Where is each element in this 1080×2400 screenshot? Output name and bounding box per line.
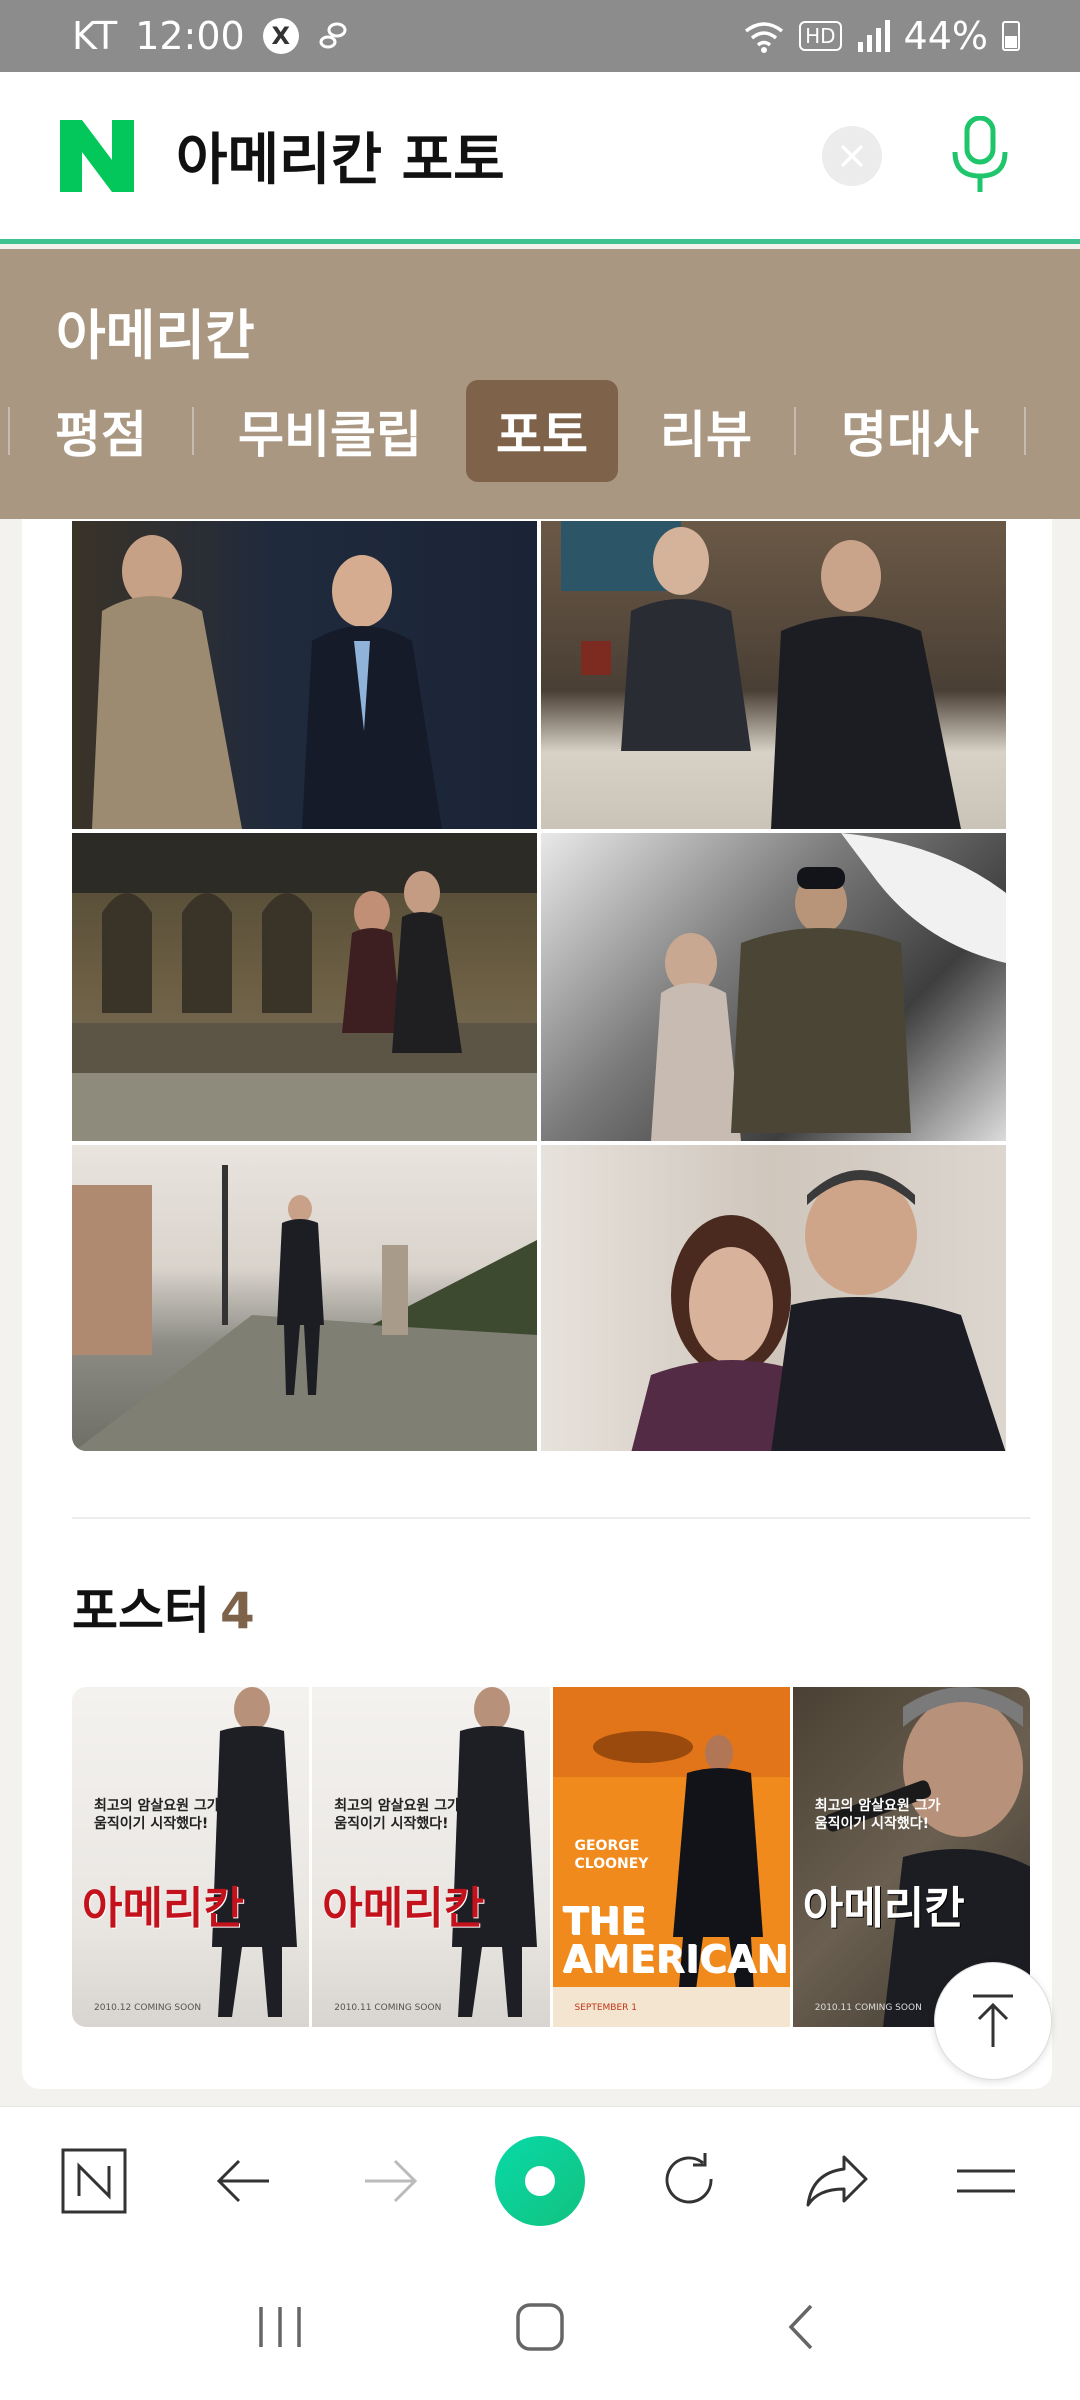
- photo-two-men-cafe: [561, 521, 961, 829]
- menu-button[interactable]: [936, 2131, 1036, 2231]
- signal-icon: [857, 20, 890, 52]
- content-card: 포스터 4 최고의 암살요원 그가 움직이기 시작했다! 아메리칸 2010.12…: [22, 519, 1052, 2089]
- status-bar: KT 12:00 X HD 44%: [0, 0, 1080, 72]
- home-square-icon: [516, 2303, 564, 2351]
- photo-thumbnail[interactable]: [72, 521, 537, 829]
- poster-release-date: 2010.11 COMING SOON: [814, 2003, 922, 2013]
- photo-couple-closeup: [631, 1170, 1006, 1451]
- tab-famous-lines[interactable]: 명대사: [796, 380, 1024, 482]
- tab-review[interactable]: 리뷰: [618, 380, 794, 482]
- photo-couple-snow-rocks: [651, 833, 1006, 1141]
- wifi-icon: [745, 22, 784, 53]
- voice-search-button[interactable]: [940, 115, 1020, 196]
- share-arrow-icon: [806, 2155, 868, 2206]
- movie-header: 아메리칸 평점 무비클립 포토 리뷰 명대사: [0, 249, 1080, 519]
- poster-list: 최고의 암살요원 그가 움직이기 시작했다! 아메리칸 2010.12 COMI…: [72, 1687, 1030, 2027]
- poster-title: THE AMERICAN: [562, 1899, 789, 1981]
- share-button[interactable]: [787, 2131, 887, 2231]
- poster-thumbnail[interactable]: GEORGE CLOONEY THE AMERICAN SEPTEMBER 1: [552, 1687, 790, 2027]
- poster-thumbnail[interactable]: 최고의 암살요원 그가 움직이기 시작했다! 아메리칸 2010.12 COMI…: [72, 1687, 310, 2027]
- close-icon: [840, 144, 864, 167]
- chevron-left-icon: [788, 2304, 813, 2350]
- photo-grid: [72, 521, 1030, 1451]
- microphone-icon: [952, 115, 1008, 192]
- hamburger-menu-icon: [956, 2169, 1015, 2192]
- movie-title[interactable]: 아메리칸: [56, 291, 255, 370]
- photo-man-walking-street: [72, 1165, 537, 1451]
- refresh-button[interactable]: [639, 2131, 739, 2231]
- battery-percent: 44%: [903, 14, 988, 58]
- system-navigation-bar: [0, 2254, 1080, 2400]
- poster-tagline: 최고의 암살요원 그가 움직이기 시작했다!: [814, 1798, 941, 1833]
- photo-thumbnail[interactable]: [72, 833, 537, 1141]
- photo-thumbnail[interactable]: [72, 1145, 537, 1451]
- poster-title: 아메리칸: [82, 1883, 244, 1934]
- poster-release-date: 2010.11 COMING SOON: [334, 2003, 442, 2013]
- scroll-to-top-button[interactable]: [934, 1962, 1052, 2080]
- poster-tagline: 최고의 암살요원 그가 움직이기 시작했다!: [334, 1798, 460, 1833]
- tab-rating[interactable]: 평점: [10, 380, 192, 482]
- photo-thumbnail[interactable]: [541, 521, 1006, 829]
- section-divider: [72, 1517, 1030, 1519]
- browser-toolbar: [0, 2106, 1080, 2254]
- clear-search-button[interactable]: [822, 125, 882, 186]
- clock: 12:00: [135, 14, 245, 58]
- poster-title: 아메리칸: [802, 1883, 965, 1934]
- poster-tagline: 최고의 암살요원 그가 움직이기 시작했다!: [94, 1798, 220, 1833]
- back-button[interactable]: [193, 2131, 293, 2231]
- recent-apps-button[interactable]: [230, 2277, 330, 2377]
- posters-section-title[interactable]: 포스터 4: [72, 1571, 255, 1643]
- system-home-button[interactable]: [490, 2277, 590, 2377]
- poster-release-date: SEPTEMBER 1: [574, 2003, 637, 2013]
- photo-thumbnail[interactable]: [541, 1145, 1006, 1451]
- carrier-label: KT: [72, 14, 118, 58]
- x-app-icon: X: [262, 18, 299, 54]
- battery-icon: [1002, 21, 1020, 51]
- search-header: 아메리칸 포토: [0, 72, 1080, 244]
- arrow-left-icon: [216, 2159, 269, 2202]
- tab-separator: [1024, 407, 1026, 455]
- naver-logo-icon[interactable]: [60, 119, 134, 192]
- photo-thumbnail[interactable]: [541, 833, 1006, 1141]
- system-back-button[interactable]: [750, 2277, 850, 2377]
- search-input[interactable]: 아메리칸 포토: [176, 115, 505, 196]
- naver-n-icon: [61, 2148, 127, 2213]
- poster-art: [452, 1687, 538, 2017]
- poster-release-date: 2010.12 COMING SOON: [94, 2003, 202, 2013]
- movie-tabs: 평점 무비클립 포토 리뷰 명대사: [0, 379, 1080, 483]
- photo-two-men-talking: [92, 535, 442, 829]
- tab-photo[interactable]: 포토: [466, 380, 618, 482]
- forward-button[interactable]: [341, 2131, 441, 2231]
- naver-home-button[interactable]: [44, 2131, 144, 2231]
- green-dot-button[interactable]: [490, 2131, 590, 2231]
- refresh-icon: [665, 2152, 713, 2203]
- posters-section-label: 포스터: [72, 1582, 210, 1640]
- poster-title: 아메리칸: [322, 1883, 485, 1934]
- arrow-right-icon: [365, 2159, 418, 2202]
- tab-movie-clip[interactable]: 무비클립: [194, 380, 466, 482]
- poster-art: [212, 1687, 297, 2017]
- poster-tagline: GEORGE CLOONEY: [574, 1838, 649, 1873]
- posters-count: 4: [220, 1582, 255, 1640]
- poster-thumbnail[interactable]: 최고의 암살요원 그가 움직이기 시작했다! 아메리칸 2010.11 COMI…: [312, 1687, 550, 2027]
- recent-apps-icon: [259, 2307, 301, 2347]
- hd-badge: HD: [799, 21, 842, 51]
- green-dot-icon: [494, 2135, 585, 2226]
- arrow-up-to-top-icon: [973, 1994, 1013, 2047]
- photo-couple-arches-night: [72, 833, 537, 1141]
- pedometer-icon: [319, 22, 347, 49]
